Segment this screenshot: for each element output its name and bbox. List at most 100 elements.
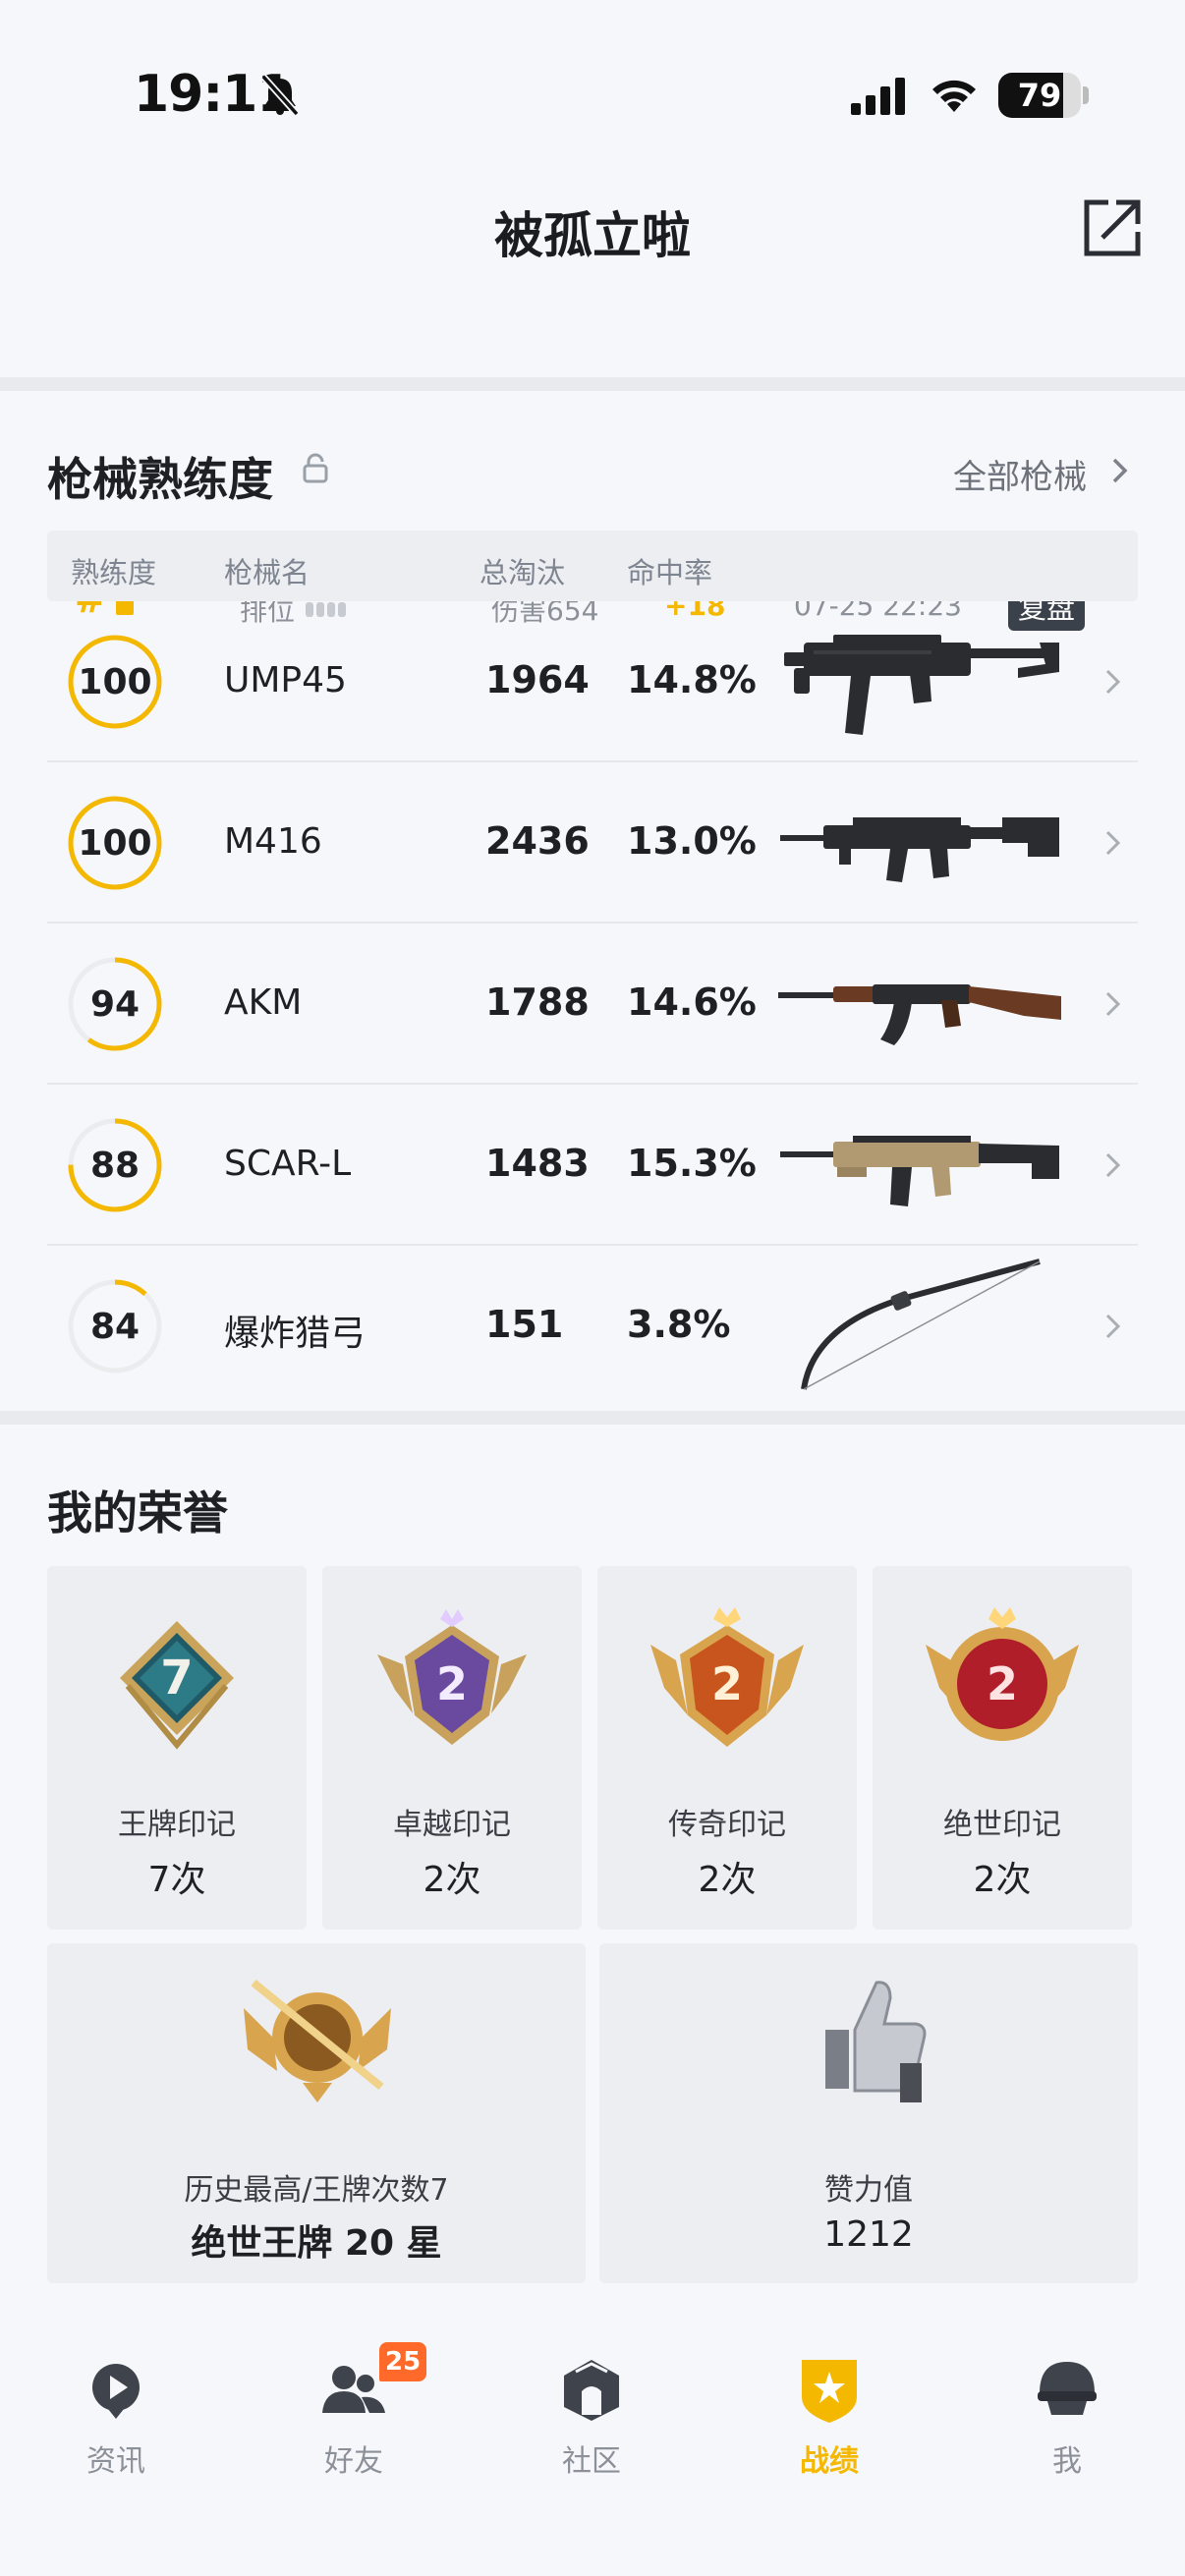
- honor-card-ace[interactable]: 7 王牌印记 7次: [47, 1566, 307, 1930]
- honor-label: 王牌印记: [118, 1808, 236, 1842]
- weapon-row[interactable]: 88 SCAR-L 1483 15.3%: [47, 1085, 1138, 1246]
- chevron-right-icon[interactable]: [1106, 454, 1134, 487]
- likes-card[interactable]: 赞力值 1212: [599, 1943, 1138, 2283]
- proficiency-value: 84: [89, 1306, 141, 1347]
- highest-rank-card[interactable]: 历史最高/王牌次数7 绝世王牌 20 星: [47, 1943, 586, 2283]
- weapon-kills: 1788: [485, 980, 590, 1024]
- weapon-accuracy: 14.6%: [627, 980, 757, 1024]
- weapons-table-header: 熟练度 枪械名 总淘汰 命中率: [47, 531, 1138, 601]
- bottom-navigation: 资讯 25 好友 社区 战绩 我: [0, 2315, 1185, 2576]
- explosive-bow-icon: [801, 1259, 1041, 1390]
- weapons-section-title: 枪械熟练度: [47, 453, 273, 506]
- m416-icon: [780, 817, 1059, 882]
- likes-label: 赞力值: [824, 2173, 913, 2208]
- friends-badge: 25: [379, 2342, 427, 2381]
- section-divider: [0, 377, 1185, 391]
- nav-item-community[interactable]: 社区: [513, 2315, 670, 2482]
- column-header-proficiency: 熟练度: [71, 556, 157, 589]
- honors-section-title: 我的荣誉: [47, 1486, 228, 1540]
- chevron-right-icon: [1105, 1152, 1121, 1178]
- nav-label: 资讯: [86, 2444, 145, 2479]
- weapon-accuracy: 3.8%: [627, 1303, 731, 1346]
- weapon-row[interactable]: 94 AKM 1788 14.6%: [47, 924, 1138, 1085]
- weapon-kills: 1483: [485, 1142, 590, 1185]
- honor-count: 2次: [698, 1860, 757, 1900]
- weapon-name: M416: [224, 821, 322, 862]
- honor-card-peerless[interactable]: 2 绝世印记 2次: [873, 1566, 1132, 1930]
- honor-label: 传奇印记: [668, 1808, 786, 1842]
- svg-text:2: 2: [987, 1657, 1018, 1710]
- wifi-icon: [932, 80, 976, 112]
- svg-text:2: 2: [711, 1657, 743, 1710]
- chevron-right-icon: [1105, 1314, 1121, 1339]
- column-header-accuracy: 命中率: [627, 556, 713, 589]
- nav-label: 社区: [562, 2444, 621, 2479]
- column-header-name: 枪械名: [224, 556, 310, 589]
- chevron-right-icon: [1105, 669, 1121, 695]
- nav-item-news[interactable]: 资讯: [37, 2315, 195, 2482]
- record-icon: [802, 2360, 857, 2423]
- trophy-medal-icon: [244, 1979, 391, 2102]
- honor-count: 7次: [147, 1860, 206, 1900]
- section-divider: [0, 1411, 1185, 1425]
- likes-value: 1212: [823, 2214, 914, 2255]
- honor-count: 2次: [423, 1860, 481, 1900]
- honor-card-excellence[interactable]: 2 卓越印记 2次: [322, 1566, 582, 1930]
- weapon-name: 爆炸猎弓: [224, 1314, 367, 1354]
- column-header-kills: 总淘汰: [480, 556, 566, 589]
- weapon-accuracy: 13.0%: [627, 819, 757, 863]
- highest-rank-value: 绝世王牌 20 星: [191, 2223, 442, 2264]
- battery-tip: [1083, 86, 1089, 104]
- weapon-accuracy: 15.3%: [627, 1142, 757, 1185]
- weapon-row[interactable]: 100 UMP45 1964 14.8%: [47, 601, 1138, 762]
- honor-count: 2次: [973, 1860, 1032, 1900]
- match-summary-strip[interactable]: # 排位 伤害654 +18 07-25 22:23 复盘: [0, 285, 1185, 631]
- weapon-name: SCAR-L: [224, 1144, 352, 1184]
- proficiency-value: 94: [89, 983, 141, 1025]
- chevron-right-icon: [1105, 830, 1121, 856]
- community-icon: [564, 2360, 619, 2421]
- battery-level: 79: [1017, 77, 1062, 114]
- nav-label: 好友: [324, 2444, 383, 2479]
- news-icon: [92, 2364, 140, 2419]
- weapon-kills: 1964: [485, 658, 590, 701]
- weapon-kills: 2436: [485, 819, 590, 863]
- proficiency-value: 100: [78, 661, 152, 702]
- scar-l-icon: [780, 1136, 1059, 1206]
- svg-text:2: 2: [436, 1657, 468, 1710]
- weapon-name: AKM: [224, 982, 303, 1023]
- nav-item-profile[interactable]: 我: [988, 2315, 1146, 2482]
- signal-icon: [851, 78, 905, 115]
- honor-card-legend[interactable]: 2 传奇印记 2次: [597, 1566, 857, 1930]
- page-title: 被孤立啦: [494, 207, 691, 264]
- battery-indicator: 79: [998, 73, 1081, 118]
- proficiency-value: 88: [89, 1145, 141, 1186]
- ump45-icon: [784, 635, 1059, 735]
- honor-label: 卓越印记: [393, 1808, 511, 1842]
- all-weapons-link[interactable]: 全部枪械: [953, 450, 1087, 498]
- weapon-row[interactable]: 100 M416 2436 13.0%: [47, 762, 1138, 924]
- chevron-right-icon: [1105, 991, 1121, 1017]
- proficiency-value: 100: [78, 822, 152, 864]
- highest-rank-label: 历史最高/王牌次数7: [184, 2173, 449, 2208]
- svg-text:7: 7: [160, 1651, 193, 1706]
- ace-mark-icon: 7: [120, 1621, 234, 1750]
- status-bar: 19:11 79: [0, 0, 1185, 187]
- honor-label: 绝世印记: [943, 1808, 1061, 1842]
- share-icon[interactable]: [1079, 196, 1144, 261]
- akm-icon: [778, 984, 1061, 1045]
- bell-muted-icon: [260, 74, 300, 117]
- profile-icon: [1038, 2362, 1097, 2415]
- peerless-mark-icon: 2: [926, 1607, 1079, 1741]
- legend-mark-icon: 2: [650, 1607, 804, 1747]
- nav-item-record[interactable]: 战绩: [751, 2315, 908, 2482]
- weapon-name: UMP45: [224, 660, 347, 700]
- weapon-kills: 151: [485, 1303, 564, 1346]
- lock-icon[interactable]: [301, 452, 330, 485]
- nav-label: 战绩: [800, 2444, 859, 2479]
- excellence-mark-icon: 2: [377, 1609, 527, 1745]
- nav-label: 我: [1052, 2444, 1082, 2479]
- nav-item-friends[interactable]: 25 好友: [275, 2315, 432, 2482]
- thumbs-up-icon: [825, 1981, 927, 2102]
- weapon-row[interactable]: 84 爆炸猎弓 151 3.8%: [47, 1246, 1138, 1407]
